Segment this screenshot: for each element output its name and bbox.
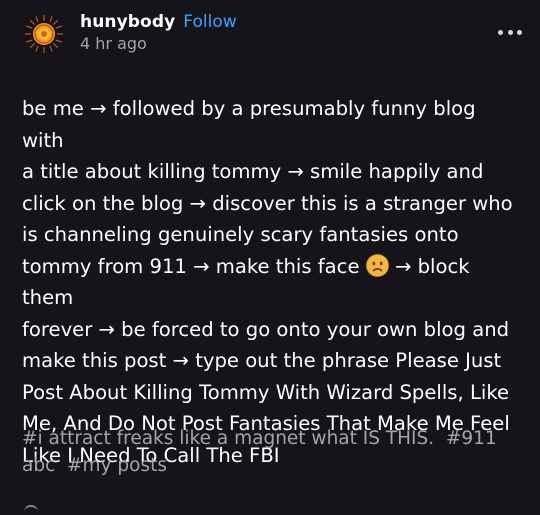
follow-button[interactable]: Follow [183,12,236,32]
post-header: hunybody Follow 4 hr ago [24,12,524,60]
post-tags: #i attract freaks like a magnet what IS … [22,425,522,479]
body-line: is channeling genuinely scary fantasies … [22,223,459,246]
body-line-with-emoji: tommy from 911 → make this face → block … [22,251,522,314]
body-line: Post About Killing Tommy With Wizard Spe… [22,380,510,404]
sun-avatar-icon[interactable] [24,14,64,54]
tag-link[interactable]: #911 [446,428,497,449]
post-timestamp[interactable]: 4 hr ago [80,34,237,53]
tag-link-continuation[interactable]: abc [22,455,55,476]
blog-meta: hunybody Follow 4 hr ago [80,12,237,53]
tag-link[interactable]: #i attract freaks like a magnet what IS … [22,428,434,449]
body-line: a title about killing tommy → smile happ… [22,160,484,183]
body-line: make this post → type out the phrase Ple… [22,349,502,372]
blog-name-link[interactable]: hunybody [80,12,175,32]
frowning-face-emoji-icon [365,253,389,277]
more-horizontal-icon[interactable] [496,26,524,40]
body-line: be me → followed by a presumably funny b… [22,97,476,152]
tag-link[interactable]: #my posts [67,455,167,476]
body-line: forever → be forced to go onto your own … [22,317,510,341]
body-text-segment: tommy from 911 → make this face [22,254,360,278]
post-body: be me → followed by a presumably funny b… [22,93,522,471]
body-line: click on the blog → discover this is a s… [22,191,513,215]
footer-icon-partial[interactable] [24,505,38,515]
post-card: hunybody Follow 4 hr ago be me → followed… [0,0,540,513]
